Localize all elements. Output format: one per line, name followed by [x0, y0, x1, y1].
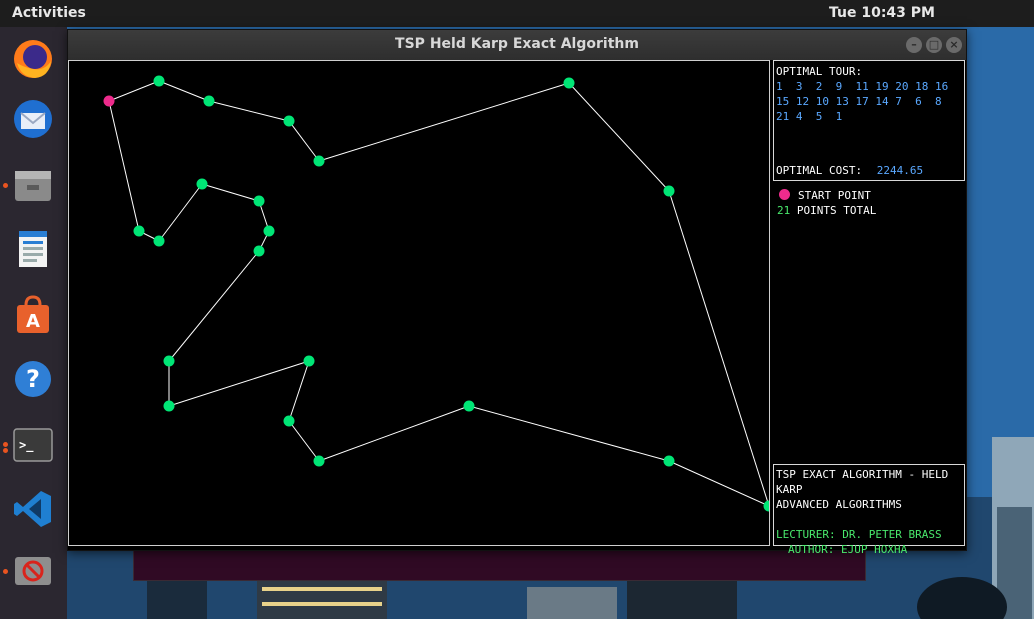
tour-point: [313, 155, 325, 167]
tour-edge: [208, 100, 290, 122]
tour-edge: [108, 100, 140, 232]
tour-edge: [318, 82, 570, 162]
running-indicator: [3, 569, 8, 574]
author-line: AUTHOR: EJUP HOXHA: [788, 543, 908, 556]
tour-edge: [168, 250, 260, 362]
tour-point: [153, 235, 165, 247]
minimize-icon[interactable]: –: [906, 37, 922, 53]
info-panel: TSP EXACT ALGORITHM - HELD KARP ADVANCED…: [773, 464, 965, 556]
optimal-cost-value: 2244.65: [876, 164, 924, 177]
tour-point: [253, 195, 265, 207]
running-indicator: [3, 183, 8, 188]
tour-edge: [168, 360, 310, 407]
tour-edge: [668, 460, 769, 507]
activities-button[interactable]: Activities: [12, 5, 86, 21]
tour-plot: [103, 75, 769, 512]
svg-text:>_: >_: [19, 438, 34, 453]
tour-point: [313, 455, 325, 467]
tour-point: [283, 415, 295, 427]
tour-point: [663, 455, 675, 467]
tour-point: [203, 95, 215, 107]
optimal-cost-row: OPTIMAL COST: 2244.65: [776, 163, 923, 178]
unknown-app-icon[interactable]: [9, 547, 57, 595]
tour-edge: [288, 360, 310, 422]
optimal-cost-label: OPTIMAL COST:: [776, 164, 863, 177]
tour-edge: [201, 183, 260, 202]
tour-edge: [288, 420, 320, 462]
clock[interactable]: Tue 10:43 PM: [829, 5, 935, 21]
writer-icon[interactable]: [9, 225, 57, 273]
tour-edge: [158, 183, 203, 242]
help-icon[interactable]: ?: [9, 355, 57, 403]
close-icon[interactable]: ×: [946, 37, 962, 53]
vscode-icon[interactable]: [9, 485, 57, 533]
tour-sequence: 1 3 2 9 11 19 20 18 16 15 12 10 13 17 14…: [776, 80, 955, 123]
svg-text:?: ?: [26, 365, 40, 393]
start-point: [103, 95, 115, 107]
tour-point: [263, 225, 275, 237]
tour-point: [163, 400, 175, 412]
window-title: TSP Held Karp Exact Algorithm: [395, 36, 639, 52]
tour-edge: [288, 120, 320, 162]
points-count: 21: [777, 204, 791, 217]
legend: START POINT 21 POINTS TOTAL: [777, 188, 876, 218]
tour-edge: [668, 190, 769, 507]
tour-edge: [568, 82, 670, 192]
tour-edge: [158, 80, 210, 102]
maximize-icon[interactable]: □: [926, 37, 942, 53]
running-indicator: [3, 442, 8, 447]
tour-point: [196, 178, 208, 190]
start-point-label: START POINT: [798, 189, 871, 202]
tour-point: [463, 400, 475, 412]
optimal-tour-panel: OPTIMAL TOUR: 1 3 2 9 11 19 20 18 16 15 …: [773, 60, 965, 181]
tour-point: [253, 245, 265, 257]
info-title: TSP EXACT ALGORITHM - HELD KARP: [776, 468, 949, 496]
software-center-icon[interactable]: A: [9, 291, 57, 339]
dock: A ? >_: [0, 27, 67, 619]
running-indicator: [3, 448, 8, 453]
window-titlebar[interactable]: TSP Held Karp Exact Algorithm – □ ×: [68, 30, 966, 60]
tsp-window: TSP Held Karp Exact Algorithm – □ × OPTI…: [67, 29, 967, 556]
points-total-label: POINTS TOTAL: [796, 204, 877, 217]
legend-count-row: 21 POINTS TOTAL: [777, 203, 876, 218]
tour-point: [303, 355, 315, 367]
start-point-marker: [779, 189, 790, 200]
tour-point: [763, 500, 769, 512]
tour-point: [283, 115, 295, 127]
tour-point: [153, 75, 165, 87]
files-icon[interactable]: [9, 161, 57, 209]
tour-canvas: [68, 60, 770, 546]
firefox-icon[interactable]: [9, 35, 57, 83]
optimal-tour-label: OPTIMAL TOUR:: [776, 65, 863, 78]
tour-edge: [468, 405, 670, 462]
thunderbird-icon[interactable]: [9, 95, 57, 143]
tour-point: [663, 185, 675, 197]
svg-text:A: A: [26, 311, 40, 332]
tour-point: [163, 355, 175, 367]
top-bar: Activities Tue 10:43 PM: [0, 0, 1034, 27]
tour-point: [563, 77, 575, 89]
tour-edge: [318, 405, 470, 462]
lecturer-line: LECTURER: DR. PETER BRASS: [776, 528, 942, 541]
info-subtitle: ADVANCED ALGORITHMS: [776, 498, 902, 511]
tour-point: [133, 225, 145, 237]
terminal-icon[interactable]: >_: [9, 421, 57, 469]
legend-start-row: START POINT: [777, 188, 876, 203]
tour-edge: [108, 80, 160, 102]
